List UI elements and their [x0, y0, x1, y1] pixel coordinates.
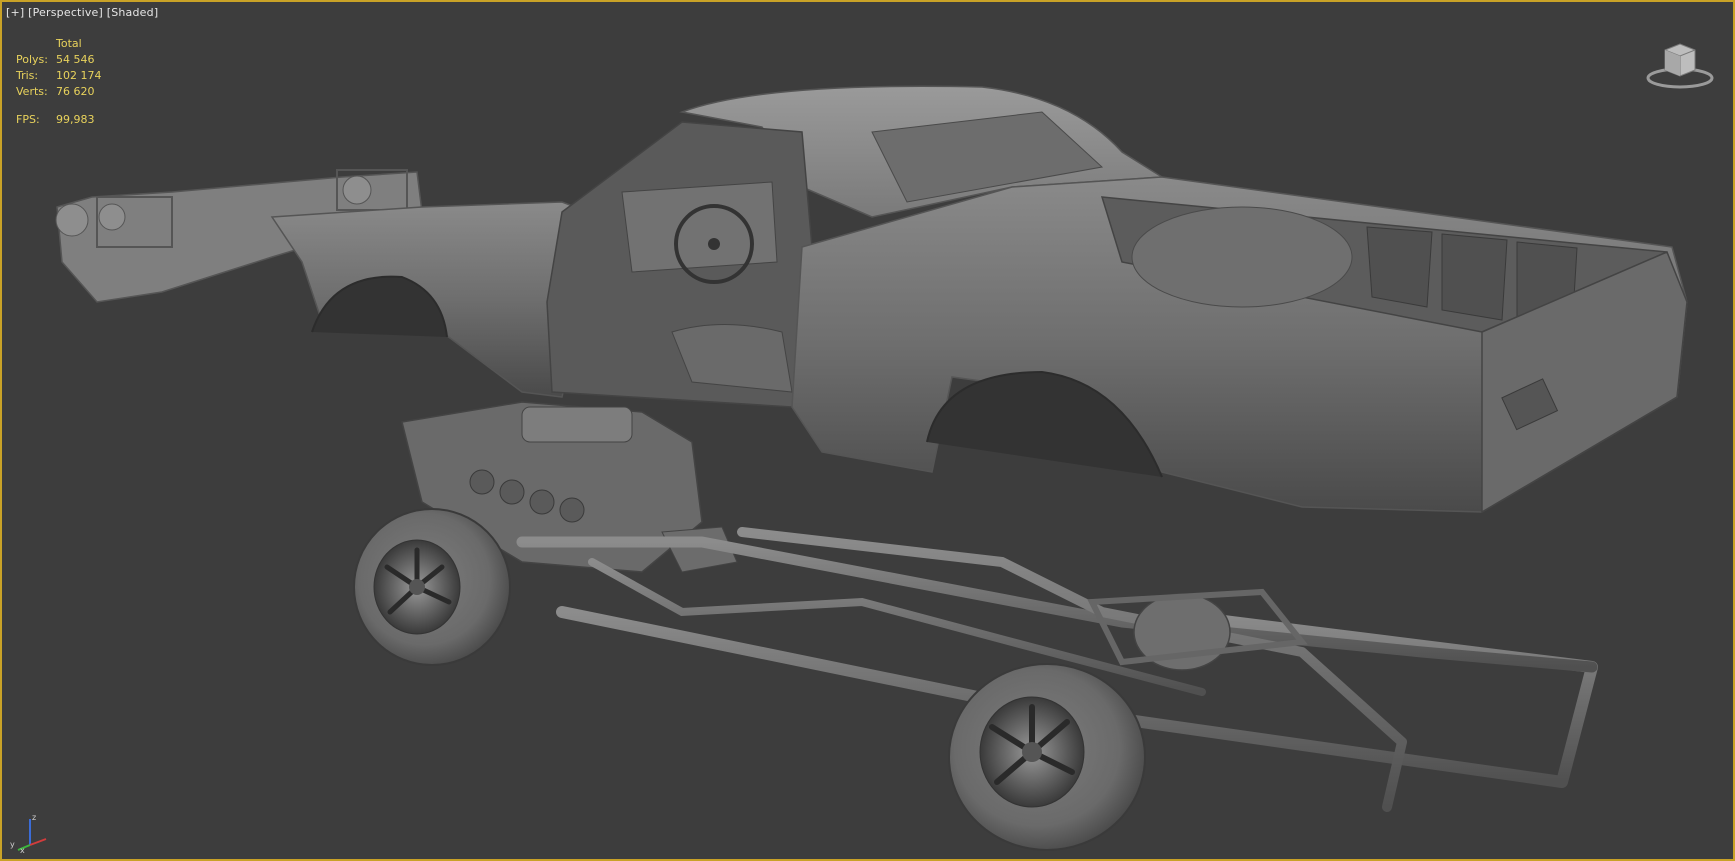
- stats-key: Verts:: [16, 85, 48, 98]
- car-body: [55, 85, 1688, 514]
- viewport-menu-button[interactable]: [+]: [6, 6, 24, 19]
- scene-render[interactable]: [2, 2, 1733, 859]
- stats-row-verts: Verts: 76 620: [16, 84, 102, 100]
- viewport-label: [+] [Perspective] [Shaded]: [6, 6, 158, 19]
- axis-tripod-icon: z y x: [10, 813, 47, 853]
- stats-row-polys: Polys: 54 546: [16, 52, 102, 68]
- stats-value: 54 546: [56, 53, 95, 66]
- stats-key: Tris:: [16, 69, 39, 82]
- stats-header-row: Total: [16, 36, 102, 52]
- stats-value: 102 174: [56, 69, 102, 82]
- view-type-button[interactable]: [Perspective]: [28, 6, 103, 19]
- front-wheel: [353, 508, 511, 666]
- stats-key: Polys:: [16, 53, 48, 66]
- stats-value: 76 620: [56, 85, 95, 98]
- statistics-overlay: Total Polys: 54 546 Tris: 102 174 Verts:…: [16, 36, 102, 128]
- axis-z-label: z: [32, 813, 36, 822]
- fps-value: 99,983: [56, 113, 95, 126]
- fps-key: FPS:: [16, 113, 40, 126]
- axis-x-label: x: [20, 846, 25, 853]
- rear-wheel: [948, 663, 1146, 851]
- stats-header: Total: [56, 37, 82, 50]
- axis-y-label: y: [10, 840, 15, 849]
- perspective-viewport[interactable]: [+] [Perspective] [Shaded] Total Polys: …: [0, 0, 1735, 861]
- shading-mode-button[interactable]: [Shaded]: [107, 6, 159, 19]
- stats-row-tris: Tris: 102 174: [16, 68, 102, 84]
- stats-row-fps: FPS: 99,983: [16, 112, 102, 128]
- viewcube-icon[interactable]: [1645, 38, 1715, 90]
